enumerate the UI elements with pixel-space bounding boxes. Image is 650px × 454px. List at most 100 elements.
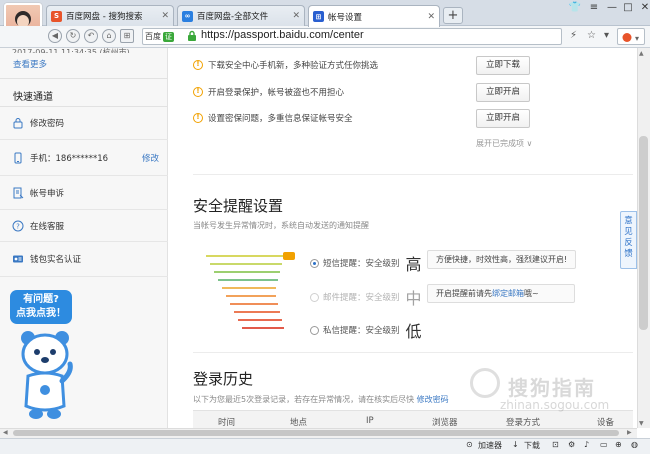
warning-icon: ! [193, 87, 203, 97]
window-icon[interactable]: ▭ [600, 440, 608, 449]
sidebar-divider [0, 78, 168, 79]
email-alert-radio [310, 292, 319, 302]
alert-level-value: 中 [405, 289, 422, 308]
screenshot-icon[interactable]: ⊡ [552, 440, 559, 449]
bear-mascot-icon[interactable] [14, 326, 76, 426]
security-tip-text: 设置密保问题，多重信息保证帐号安全 [208, 114, 353, 124]
sms-alert-tip: 方便快捷，时效性高，强烈建议开启! [427, 250, 577, 269]
tab-baidu-pan-files[interactable]: ∞ 百度网盘-全部文件 ✕ [177, 5, 305, 26]
alert-option-label: 邮件提醒：安全级别 [323, 293, 400, 303]
sound-icon[interactable]: ♪ [584, 440, 589, 449]
security-tip-3: ! 设置密保问题，多重信息保证帐号安全 [193, 111, 353, 125]
new-tab-button[interactable]: + [443, 7, 463, 24]
login-history-subtitle: 以下为您最近5次登录记录，若存在异常情况，请在核实后尽快 修改密码 [193, 394, 449, 405]
sms-alert-radio[interactable] [310, 258, 319, 268]
sidebar-item-appeal[interactable]: 帐号申诉 [0, 176, 168, 210]
tab-label: 百度网盘-全部文件 [197, 12, 269, 22]
refresh-icon[interactable]: ↻ [66, 29, 80, 43]
close-tab-icon[interactable]: ✕ [427, 12, 435, 22]
apps-icon[interactable]: ⊞ [120, 29, 134, 43]
speed-mode-icon[interactable]: ⚡ [570, 30, 577, 41]
scroll-right-icon[interactable]: ▶ [627, 429, 632, 436]
security-tip-1: ! 下载安全中心手机新，多种验证方式任你挑选 [193, 58, 378, 72]
download-label[interactable]: 下载 [524, 440, 540, 451]
security-tip-2: ! 开启登录保护，帐号被盗也不用担心 [193, 85, 344, 99]
download-icon[interactable]: ↓ [512, 440, 519, 449]
enable-login-protect-button[interactable]: 立即开启 [476, 83, 530, 102]
sidebar-item-online-service[interactable]: ? 在线客服 [0, 210, 168, 242]
sidebar-item-wallet-verify[interactable]: 钱包实名认证 [0, 242, 168, 277]
tip-suffix: 哦~ [524, 289, 539, 298]
change-password-link[interactable]: 修改密码 [417, 395, 449, 404]
zoom-icon[interactable]: ⊕ [615, 440, 622, 449]
undo-close-icon[interactable]: ↶ [84, 29, 98, 43]
globe-icon[interactable]: ◍ [631, 440, 638, 449]
enable-security-question-button[interactable]: 立即开启 [476, 109, 530, 128]
url-text[interactable]: https://passport.baidu.com/center [201, 29, 364, 41]
column-header: 时间 [218, 418, 236, 428]
favorite-star-icon[interactable]: ☆ [587, 30, 596, 41]
close-tab-icon[interactable]: ✕ [292, 11, 300, 21]
search-engine-icon: ▾ [622, 33, 639, 43]
tab-sogou-search[interactable]: S 百度网盘 - 搜狗搜索 ✕ [46, 5, 174, 26]
sms-alert-option[interactable]: 短信提醒：安全级别 高 [310, 251, 422, 275]
accelerator-icon[interactable]: ⊙ [466, 440, 473, 449]
history-table-header [193, 410, 633, 428]
column-header: IP [366, 416, 374, 426]
alert-settings-subtitle: 当帐号发生异常情况时，系统自动发送的通知提醒 [193, 221, 369, 230]
home-icon[interactable]: ⌂ [102, 29, 116, 43]
alert-settings-title: 安全提醒设置 [193, 197, 284, 215]
scroll-down-icon[interactable]: ▼ [639, 420, 644, 427]
accelerator-label[interactable]: 加速器 [478, 440, 502, 451]
site-identity: 百度 证 [145, 30, 174, 43]
security-tip-text: 下载安全中心手机新，多种验证方式任你挑选 [208, 61, 379, 71]
address-dropdown-icon[interactable]: ▾ [604, 30, 609, 41]
scroll-left-icon[interactable]: ◀ [3, 429, 8, 436]
view-more-link[interactable]: 查看更多 [13, 58, 47, 70]
warning-icon: ! [193, 60, 203, 70]
scroll-up-icon[interactable]: ▲ [639, 50, 644, 57]
svg-text:▾: ▾ [635, 34, 639, 43]
watermark-text: 搜狗指南 [508, 376, 596, 400]
pm-alert-option[interactable]: 私信提醒：安全级别 低 [310, 318, 422, 342]
help-icon: ? [12, 220, 24, 231]
lock-icon [13, 118, 23, 129]
feedback-button[interactable]: 意见反馈 [620, 211, 637, 269]
column-header: 设备 [597, 418, 615, 428]
edit-phone-link[interactable]: 修改 [142, 152, 159, 164]
tab-account-settings[interactable]: ⊞ 帐号设置 ✕ [308, 5, 440, 27]
column-header: 浏览器 [432, 418, 458, 428]
last-login-time: 2017-09-11 11:34:35 (杭州市) [12, 48, 130, 53]
back-icon[interactable]: ◀ [48, 29, 62, 43]
section-divider [193, 174, 633, 175]
alert-option-label: 短信提醒：安全级别 [323, 259, 400, 269]
close-tab-icon[interactable]: ✕ [161, 11, 169, 21]
section-divider [193, 352, 633, 353]
expand-completed-link[interactable]: 展开已完成项 ∨ [476, 138, 532, 149]
vertical-scroll-thumb[interactable] [639, 136, 648, 330]
watermark-logo-icon [470, 368, 500, 398]
search-engine-box[interactable]: ▾ [617, 28, 645, 45]
security-tip-text: 开启登录保护，帐号被盗也不用担心 [208, 88, 345, 98]
help-mascot-bubble[interactable]: 有问题? 点我点我！ [10, 290, 72, 324]
watermark-url: zhinan.sogou.com [500, 398, 610, 412]
email-alert-option: 邮件提醒：安全级别 中 [310, 285, 422, 309]
settings-icon[interactable]: ⚙ [568, 440, 575, 449]
bind-email-link[interactable]: 绑定邮箱 [492, 289, 524, 298]
sogou-favicon-icon: S [51, 10, 62, 22]
mascot-line-2: 点我点我！ [16, 308, 66, 319]
download-now-button[interactable]: 立即下载 [476, 56, 530, 75]
quick-channel-title: 快速通道 [13, 92, 53, 103]
sidebar-item-phone: 手机：186******16 修改 [0, 140, 168, 176]
sidebar-item-change-password[interactable]: 修改密码 [0, 107, 168, 140]
tab-label: 帐号设置 [328, 12, 363, 23]
appeal-icon [13, 187, 24, 198]
close-window-button[interactable]: ✕ [633, 0, 650, 17]
id-card-icon [13, 255, 23, 263]
phone-icon [14, 152, 22, 163]
login-history-title: 登录历史 [193, 370, 254, 388]
baidu-pan-favicon-icon: ∞ [182, 10, 193, 22]
horizontal-scroll-thumb[interactable] [13, 430, 619, 436]
pm-alert-radio[interactable] [310, 325, 319, 335]
baidu-favicon-icon: ⊞ [313, 11, 324, 22]
